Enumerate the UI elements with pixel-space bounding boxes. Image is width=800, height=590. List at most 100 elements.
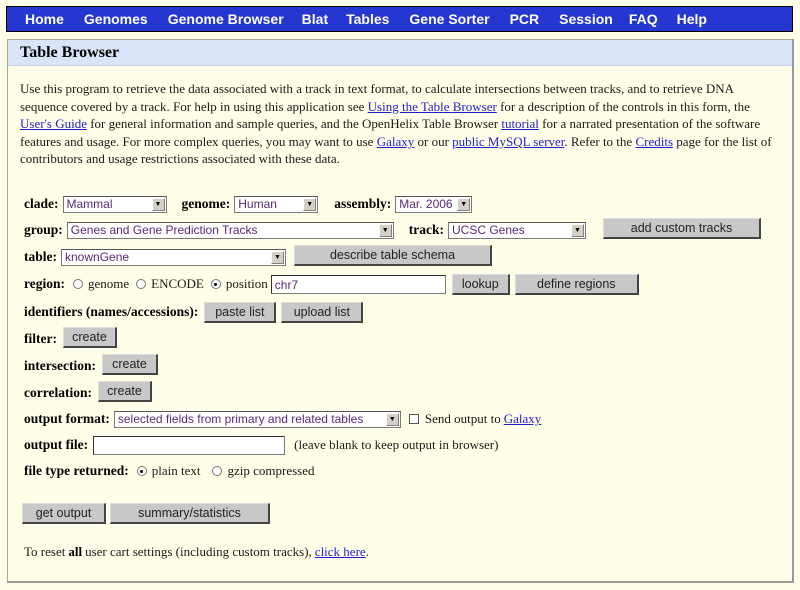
intro-text: for a description of the controls in thi…	[496, 98, 750, 114]
region-position-radio[interactable]	[210, 279, 221, 289]
public-mysql-link[interactable]: public MySQL server	[452, 134, 564, 149]
region-label: region:	[24, 276, 65, 291]
dropdown-arrow-icon: ▼	[457, 197, 471, 211]
track-value: UCSC Genes	[452, 223, 525, 237]
gzip-compressed-radio[interactable]	[212, 466, 223, 476]
track-label: track:	[408, 222, 444, 237]
file-type-label: file type returned:	[24, 463, 129, 478]
correlation-create-button[interactable]: create	[97, 381, 152, 402]
genome-label: genome:	[181, 196, 231, 211]
assembly-value: Mar. 2006	[399, 197, 453, 211]
correlation-row: correlation: create	[24, 381, 152, 404]
summary-statistics-button[interactable]: summary/statistics	[110, 502, 270, 524]
position-input[interactable]: chr7	[270, 274, 446, 294]
nav-tables[interactable]: Tables	[346, 11, 389, 27]
send-output-galaxy-link[interactable]: Galaxy	[504, 411, 542, 427]
nav-gene-sorter[interactable]: Gene Sorter	[409, 11, 489, 27]
file-type-row: file type returned: plain text gzip comp…	[24, 460, 315, 482]
get-output-button[interactable]: get output	[22, 502, 106, 524]
dropdown-arrow-icon: ▼	[151, 197, 165, 211]
users-guide-link[interactable]: User's Guide	[20, 116, 87, 131]
lookup-button[interactable]: lookup	[451, 273, 510, 295]
filter-create-button[interactable]: create	[62, 327, 117, 348]
nav-genome-browser[interactable]: Genome Browser	[168, 11, 284, 27]
filter-row: filter: create	[24, 327, 117, 350]
table-value: knownGene	[65, 250, 130, 264]
dropdown-arrow-icon: ▼	[378, 223, 392, 237]
describe-table-schema-button[interactable]: describe table schema	[294, 244, 492, 266]
add-custom-tracks-button[interactable]: add custom tracks	[603, 217, 761, 239]
intersection-create-button[interactable]: create	[101, 354, 158, 375]
table-select[interactable]: knownGene ▼	[61, 248, 286, 266]
reset-text: user cart settings (including custom tra…	[85, 544, 312, 559]
action-buttons-row: get output summary/statistics	[22, 502, 270, 524]
nav-genomes[interactable]: Genomes	[84, 11, 148, 27]
output-file-label: output file:	[24, 437, 89, 452]
send-output-label: Send output to	[424, 411, 501, 426]
output-format-label: output format:	[24, 411, 110, 426]
correlation-label: correlation:	[24, 385, 92, 400]
region-encode-radio[interactable]	[136, 279, 147, 289]
filter-label: filter:	[24, 331, 57, 346]
region-genome-radio[interactable]	[73, 279, 83, 289]
identifiers-label: identifiers (names/accessions):	[24, 304, 199, 319]
identifiers-row: identifiers (names/accessions): paste li…	[24, 301, 364, 323]
genome-select[interactable]: Human ▼	[234, 195, 319, 213]
reset-click-here-link[interactable]: click here	[315, 544, 366, 560]
assembly-label: assembly:	[334, 196, 392, 211]
intro-paragraph: Use this program to retrieve the data as…	[20, 80, 780, 168]
output-file-row: output file: (leave blank to keep output…	[24, 434, 498, 456]
dropdown-arrow-icon: ▼	[385, 412, 399, 426]
clade-row: clade: Mammal ▼ genome: Human ▼ assembly…	[24, 193, 473, 215]
output-format-value: selected fields from primary and related…	[117, 412, 364, 426]
credits-link[interactable]: Credits	[635, 134, 673, 149]
table-row: table: knownGene ▼ describe table schema	[24, 244, 492, 268]
region-genome-label: genome	[88, 276, 130, 291]
reset-text-bold: all	[68, 544, 83, 559]
assembly-select[interactable]: Mar. 2006 ▼	[395, 195, 473, 213]
output-file-input[interactable]	[93, 435, 286, 455]
galaxy-link[interactable]: Galaxy	[377, 134, 415, 149]
reset-cart-note: To reset all user cart settings (includi…	[24, 541, 369, 563]
upload-list-button[interactable]: upload list	[281, 301, 364, 323]
nav-blat[interactable]: Blat	[302, 11, 328, 27]
nav-faq[interactable]: FAQ	[629, 11, 658, 27]
group-value: Genes and Gene Prediction Tracks	[70, 223, 258, 237]
group-row: group: Genes and Gene Prediction Tracks …	[24, 217, 761, 241]
plain-text-label: plain text	[151, 463, 201, 478]
reset-text: .	[365, 544, 369, 559]
clade-label: clade:	[24, 196, 59, 211]
group-select[interactable]: Genes and Gene Prediction Tracks ▼	[66, 221, 394, 239]
region-position-label: position	[225, 276, 268, 291]
dropdown-arrow-icon: ▼	[303, 197, 317, 211]
intro-text: for general information and sample queri…	[86, 116, 502, 132]
clade-select[interactable]: Mammal ▼	[62, 195, 167, 213]
intersection-label: intersection:	[24, 358, 96, 373]
intersection-row: intersection: create	[24, 354, 158, 377]
table-label: table:	[24, 249, 57, 264]
plain-text-radio[interactable]	[136, 466, 147, 476]
region-row: region: genome ENCODE position chr7 look…	[24, 273, 639, 295]
panel-title: Table Browser	[8, 40, 792, 66]
tutorial-link[interactable]: tutorial	[501, 116, 539, 131]
output-format-select[interactable]: selected fields from primary and related…	[113, 410, 401, 428]
define-regions-button[interactable]: define regions	[514, 273, 639, 295]
using-table-browser-link[interactable]: Using the Table Browser	[368, 99, 497, 114]
paste-list-button[interactable]: paste list	[204, 301, 277, 323]
dropdown-arrow-icon: ▼	[271, 250, 284, 264]
nav-help[interactable]: Help	[677, 11, 707, 27]
top-navigation-bar: Home Genomes Genome Browser Blat Tables …	[6, 6, 793, 32]
output-format-row: output format: selected fields from prim…	[24, 408, 541, 430]
reset-text: To reset	[24, 544, 66, 559]
nav-session[interactable]: Session	[559, 11, 613, 27]
group-label: group:	[24, 222, 63, 237]
nav-home[interactable]: Home	[25, 11, 64, 27]
region-encode-label: ENCODE	[151, 276, 204, 291]
dropdown-arrow-icon: ▼	[571, 223, 584, 237]
gzip-compressed-label: gzip compressed	[227, 463, 315, 478]
table-browser-panel: Table Browser Use this program to retrie…	[7, 39, 794, 583]
output-file-hint: (leave blank to keep output in browser)	[294, 437, 499, 452]
send-output-checkbox[interactable]	[408, 414, 419, 424]
track-select[interactable]: UCSC Genes ▼	[448, 221, 586, 239]
nav-pcr[interactable]: PCR	[510, 11, 540, 27]
